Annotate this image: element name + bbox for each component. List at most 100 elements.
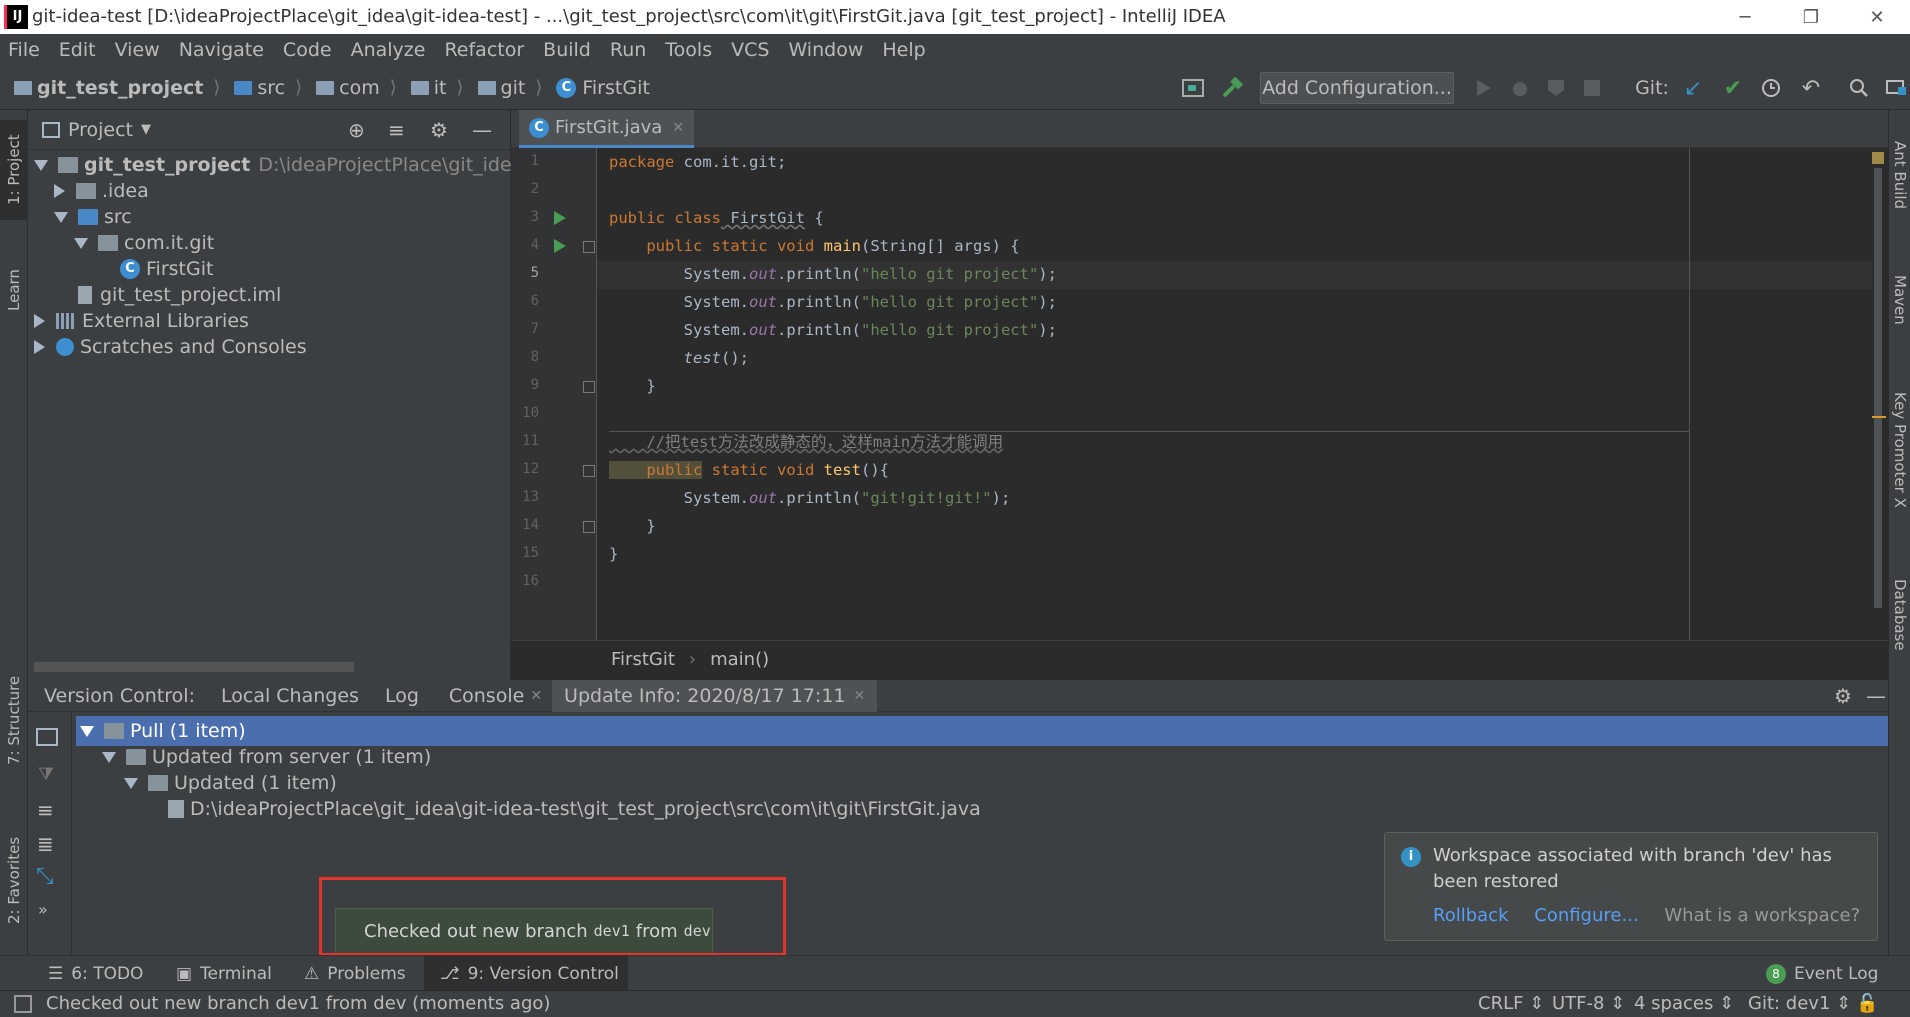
tab-log[interactable]: Log bbox=[385, 685, 419, 707]
menu-build[interactable]: Build bbox=[543, 39, 591, 61]
expand-all-icon[interactable]: ≡ bbox=[37, 798, 54, 822]
tab-console[interactable]: Console bbox=[449, 685, 524, 707]
compare-icon[interactable]: ⤡ bbox=[36, 864, 54, 889]
tab-key-promoter-x[interactable]: Key Promoter X bbox=[1889, 370, 1910, 530]
add-configuration-button[interactable]: Add Configuration... bbox=[1260, 72, 1454, 104]
hide-panel-icon[interactable]: — bbox=[472, 118, 492, 142]
hide-panel-icon[interactable]: — bbox=[1866, 684, 1886, 708]
restore-icon[interactable]: ❐ bbox=[1778, 0, 1844, 34]
tab-update-info[interactable]: Update Info: 2020/8/17 17:11 ✕ bbox=[552, 679, 878, 712]
tab-ant-build[interactable]: Ant Build bbox=[1889, 120, 1910, 230]
collapse-arrow-icon[interactable] bbox=[34, 314, 45, 328]
git-branch-selector[interactable]: Git: dev1 ⇕ bbox=[1748, 993, 1851, 1014]
tab-todo[interactable]: ☰ 6: TODO bbox=[48, 956, 143, 991]
breadcrumb-project[interactable]: git_test_project ⟩ bbox=[14, 77, 220, 99]
scroll-thumb[interactable] bbox=[1874, 168, 1882, 608]
menu-navigate[interactable]: Navigate bbox=[179, 39, 264, 61]
lock-icon[interactable]: 🔓 bbox=[1856, 993, 1878, 1014]
gear-icon[interactable]: ⚙ bbox=[1834, 684, 1852, 708]
rollback-link[interactable]: Rollback bbox=[1433, 905, 1509, 926]
inspection-status-icon[interactable] bbox=[1872, 152, 1884, 164]
editor-scrollbar[interactable] bbox=[1872, 148, 1888, 640]
fold-marker-icon[interactable] bbox=[583, 465, 595, 477]
run-icon[interactable] bbox=[1472, 75, 1496, 101]
collapse-arrow-icon[interactable] bbox=[34, 340, 45, 354]
expand-arrow-icon[interactable] bbox=[74, 237, 88, 249]
close-tab-icon[interactable]: ✕ bbox=[854, 688, 866, 704]
debug-icon[interactable] bbox=[1508, 75, 1532, 101]
configure-link[interactable]: Configure... bbox=[1534, 905, 1638, 926]
expand-arrow-icon[interactable] bbox=[34, 159, 48, 171]
breadcrumb-com[interactable]: com ⟩ bbox=[316, 77, 397, 99]
tab-version-control[interactable]: ⎇ 9: Version Control bbox=[424, 956, 628, 991]
menu-view[interactable]: View bbox=[115, 39, 160, 61]
tab-learn[interactable]: Learn bbox=[0, 250, 28, 330]
project-view-selector[interactable]: Project bbox=[68, 119, 133, 141]
stop-icon[interactable] bbox=[1580, 75, 1604, 101]
close-icon[interactable]: ✕ bbox=[1844, 0, 1910, 34]
toggle-tool-windows-icon[interactable] bbox=[14, 995, 32, 1013]
tab-maven[interactable]: Maven bbox=[1889, 250, 1910, 350]
locate-icon[interactable]: ⊕ bbox=[348, 118, 365, 142]
breadcrumb-class[interactable]: FirstGit bbox=[611, 649, 675, 670]
git-commit-icon[interactable]: ✔ bbox=[1720, 75, 1746, 101]
presentation-icon[interactable] bbox=[1884, 75, 1908, 101]
search-icon[interactable] bbox=[1846, 75, 1872, 101]
build-hammer-icon[interactable] bbox=[1219, 75, 1245, 101]
menu-analyze[interactable]: Analyze bbox=[351, 39, 426, 61]
menu-edit[interactable]: Edit bbox=[59, 39, 96, 61]
group-by-icon[interactable] bbox=[36, 728, 58, 746]
tab-event-log[interactable]: 8 Event Log bbox=[1766, 956, 1878, 991]
line-separator-selector[interactable]: CRLF ⇕ bbox=[1478, 993, 1544, 1014]
collapse-all-icon[interactable]: ≣ bbox=[37, 832, 54, 856]
menu-refactor[interactable]: Refactor bbox=[444, 39, 524, 61]
breadcrumb-git[interactable]: git ⟩ bbox=[477, 77, 542, 99]
git-update-icon[interactable]: ↙ bbox=[1680, 75, 1706, 101]
menu-help[interactable]: Help bbox=[882, 39, 925, 61]
close-tab-icon[interactable]: ✕ bbox=[672, 120, 684, 136]
expand-arrow-icon[interactable] bbox=[54, 211, 68, 223]
collapse-arrow-icon[interactable] bbox=[54, 184, 65, 198]
project-structure-icon[interactable] bbox=[1180, 75, 1206, 101]
code-editor[interactable]: package com.it.git; public class FirstGi… bbox=[597, 148, 1888, 640]
close-tab-icon[interactable]: ✕ bbox=[530, 688, 542, 704]
what-is-workspace-link[interactable]: What is a workspace? bbox=[1664, 905, 1860, 926]
tab-local-changes[interactable]: Local Changes bbox=[221, 685, 359, 707]
menu-code[interactable]: Code bbox=[283, 39, 332, 61]
fold-marker-icon[interactable] bbox=[583, 241, 595, 253]
filter-icon[interactable]: ⧩ bbox=[38, 764, 54, 785]
chevron-down-icon[interactable]: ▼ bbox=[141, 122, 151, 137]
menu-run[interactable]: Run bbox=[610, 39, 646, 61]
more-icon[interactable]: » bbox=[38, 900, 48, 919]
coverage-icon[interactable] bbox=[1544, 75, 1568, 101]
tab-problems[interactable]: ⚠ Problems bbox=[304, 956, 406, 991]
indent-selector[interactable]: 4 spaces ⇕ bbox=[1634, 993, 1734, 1014]
gear-icon[interactable]: ⚙ bbox=[430, 118, 448, 142]
tab-favorites[interactable]: 2: Favorites bbox=[0, 820, 28, 940]
menu-window[interactable]: Window bbox=[788, 39, 863, 61]
git-rollback-icon[interactable]: ↶ bbox=[1798, 75, 1824, 101]
menu-tools[interactable]: Tools bbox=[665, 39, 712, 61]
breadcrumb-method[interactable]: main() bbox=[710, 649, 769, 670]
tab-terminal[interactable]: ▣ Terminal bbox=[176, 956, 272, 991]
tree-item-file[interactable]: D:\ideaProjectPlace\git_idea\git-idea-te… bbox=[76, 794, 1888, 824]
horizontal-scrollbar[interactable] bbox=[34, 662, 354, 672]
git-history-icon[interactable] bbox=[1758, 75, 1784, 101]
warning-stripe-mark[interactable] bbox=[1872, 416, 1886, 418]
encoding-selector[interactable]: UTF-8 ⇕ bbox=[1552, 993, 1625, 1014]
expand-arrow-icon[interactable] bbox=[102, 751, 116, 763]
minimize-icon[interactable]: ─ bbox=[1712, 0, 1778, 34]
tree-item-scratches[interactable]: Scratches and Consoles bbox=[34, 332, 307, 362]
expand-arrow-icon[interactable] bbox=[80, 725, 94, 737]
tab-project-tool[interactable]: 1: Project bbox=[0, 120, 28, 220]
editor-tab-firstgit[interactable]: C FirstGit.java ✕ bbox=[519, 110, 695, 148]
collapse-all-icon[interactable]: ≡ bbox=[388, 118, 405, 142]
breadcrumb-src[interactable]: src ⟩ bbox=[234, 77, 302, 99]
run-main-gutter-icon[interactable] bbox=[553, 238, 567, 254]
tab-structure[interactable]: 7: Structure bbox=[0, 665, 28, 775]
expand-arrow-icon[interactable] bbox=[124, 777, 138, 789]
fold-marker-icon[interactable] bbox=[583, 381, 595, 393]
menu-vcs[interactable]: VCS bbox=[731, 39, 769, 61]
run-class-gutter-icon[interactable] bbox=[553, 210, 567, 226]
tab-database[interactable]: Database bbox=[1889, 560, 1910, 670]
